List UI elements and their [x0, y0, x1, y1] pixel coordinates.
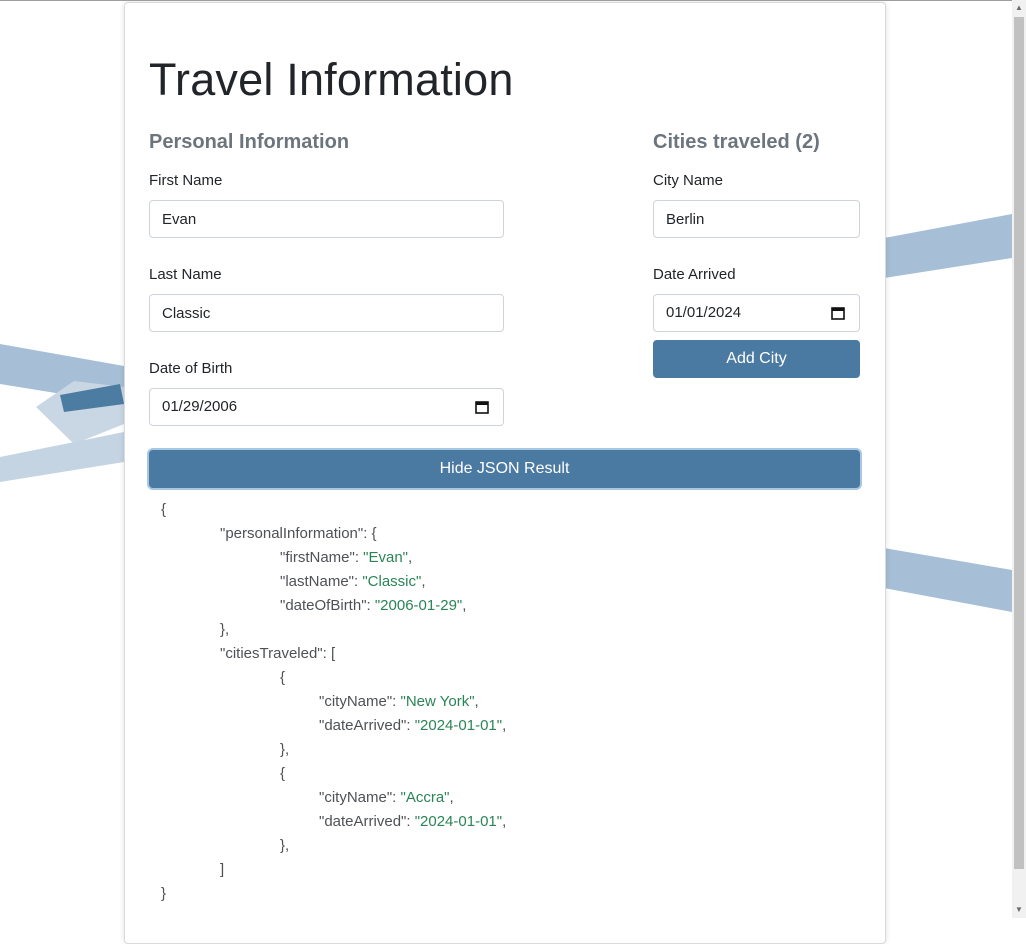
json-item-open: { — [280, 765, 286, 782]
json-personal-key: "personalInformation": { — [220, 525, 377, 542]
json-line: "cityName": "New York", — [319, 693, 479, 710]
json-item-close: }, — [280, 837, 290, 854]
cities-heading: Cities traveled (2) — [653, 131, 820, 153]
city-name-input[interactable] — [653, 200, 860, 238]
calendar-icon[interactable] — [475, 400, 489, 414]
vertical-scrollbar[interactable]: ▲ ▼ — [1012, 0, 1026, 918]
json-line: "dateOfBirth": "2006-01-29", — [280, 597, 467, 614]
first-name-input[interactable] — [149, 200, 504, 238]
json-line: "lastName": "Classic", — [280, 573, 426, 590]
page-title: Travel Information — [149, 54, 514, 105]
first-name-label: First Name — [149, 172, 223, 189]
date-arrived-input[interactable]: 01/01/2024 — [653, 294, 860, 332]
decor-band-upper-right — [884, 214, 1012, 278]
last-name-label: Last Name — [149, 266, 222, 283]
json-personal-close: }, — [220, 621, 230, 638]
json-open-brace: { — [161, 501, 167, 518]
scrollbar-thumb[interactable] — [1014, 17, 1024, 869]
json-line: "dateArrived": "2024-01-01", — [319, 813, 507, 830]
date-arrived-label: Date Arrived — [653, 266, 736, 283]
json-cities-close: ] — [220, 861, 225, 878]
dob-label: Date of Birth — [149, 360, 233, 377]
json-line: "firstName": "Evan", — [280, 549, 413, 566]
last-name-input[interactable] — [149, 294, 504, 332]
decor-band-left-bottom — [0, 432, 124, 482]
window-top-border — [0, 0, 1026, 1]
date-arrived-value: 01/01/2024 — [666, 304, 742, 321]
calendar-icon[interactable] — [831, 306, 845, 320]
add-city-button[interactable]: Add City — [653, 340, 860, 378]
scroll-down-arrow-icon[interactable]: ▼ — [1012, 902, 1026, 918]
json-item-open: { — [280, 669, 286, 686]
json-item-close: }, — [280, 741, 290, 758]
scroll-up-arrow-icon[interactable]: ▲ — [1012, 0, 1026, 16]
city-name-label: City Name — [653, 172, 724, 189]
dob-date-value: 01/29/2006 — [162, 398, 238, 415]
personal-info-heading: Personal Information — [149, 131, 350, 153]
dob-date-input[interactable]: 01/29/2006 — [149, 388, 504, 426]
json-cities-key: "citiesTraveled": [ — [220, 645, 336, 662]
json-line: "dateArrived": "2024-01-01", — [319, 717, 507, 734]
decor-band-lower-right — [884, 548, 1012, 612]
json-line: "cityName": "Accra", — [319, 789, 454, 806]
travel-form-card: Travel Information Personal Information … — [124, 2, 886, 944]
hide-json-button[interactable]: Hide JSON Result — [149, 450, 860, 488]
json-close-brace: } — [161, 885, 167, 902]
